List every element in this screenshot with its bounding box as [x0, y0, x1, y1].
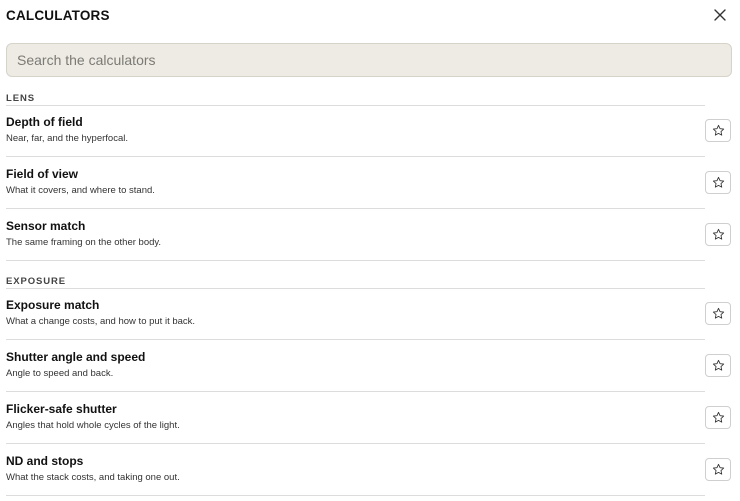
item-title: Depth of field: [6, 115, 83, 129]
calculators-panel: CALCULATORS LENS Depth of field Near, fa…: [0, 0, 740, 501]
star-icon: [712, 411, 724, 423]
list-item[interactable]: Depth of field Near, far, and the hyperf…: [0, 105, 740, 156]
item-title: Shutter angle and speed: [6, 350, 146, 364]
item-title: ND and stops: [6, 454, 84, 468]
list-item[interactable]: Flicker-safe shutter Angles that hold wh…: [0, 392, 740, 443]
favorite-button[interactable]: [705, 119, 731, 142]
star-icon: [712, 359, 724, 371]
list-item[interactable]: ND and stops What the stack costs, and t…: [0, 444, 740, 495]
star-icon: [712, 307, 724, 319]
list-item[interactable]: Sensor match The same framing on the oth…: [0, 209, 740, 260]
star-icon: [712, 124, 724, 136]
list-item[interactable]: Exposure match What a change costs, and …: [0, 288, 740, 339]
favorite-button[interactable]: [705, 302, 731, 325]
favorite-button[interactable]: [705, 223, 731, 246]
item-description: Near, far, and the hyperfocal.: [6, 133, 128, 144]
list-item[interactable]: Shutter angle and speed Angle to speed a…: [0, 340, 740, 391]
star-icon: [712, 176, 724, 188]
close-button[interactable]: [710, 5, 730, 25]
section-label-exposure: EXPOSURE: [6, 276, 66, 287]
item-description: What it covers, and where to stand.: [6, 185, 155, 196]
item-description: The same framing on the other body.: [6, 237, 162, 248]
divider: [6, 260, 705, 261]
star-icon: [712, 463, 724, 475]
favorite-button[interactable]: [705, 406, 731, 429]
item-description: What a change costs, and how to put it b…: [6, 316, 196, 327]
item-description: What the stack costs, and taking one out…: [6, 472, 180, 483]
page-title: CALCULATORS: [6, 8, 110, 23]
search-input[interactable]: [6, 43, 732, 77]
star-icon: [712, 228, 724, 240]
item-title: Exposure match: [6, 298, 100, 312]
item-description: Angles that hold whole cycles of the lig…: [6, 420, 180, 431]
list-item[interactable]: Field of view What it covers, and where …: [0, 157, 740, 208]
close-icon: [714, 9, 726, 21]
favorite-button[interactable]: [705, 354, 731, 377]
item-title: Sensor match: [6, 219, 86, 233]
section-label-lens: LENS: [6, 93, 35, 104]
favorite-button[interactable]: [705, 171, 731, 194]
favorite-button[interactable]: [705, 458, 731, 481]
item-title: Flicker-safe shutter: [6, 402, 117, 416]
item-description: Angle to speed and back.: [6, 368, 114, 379]
item-title: Field of view: [6, 167, 79, 181]
divider: [6, 495, 705, 496]
